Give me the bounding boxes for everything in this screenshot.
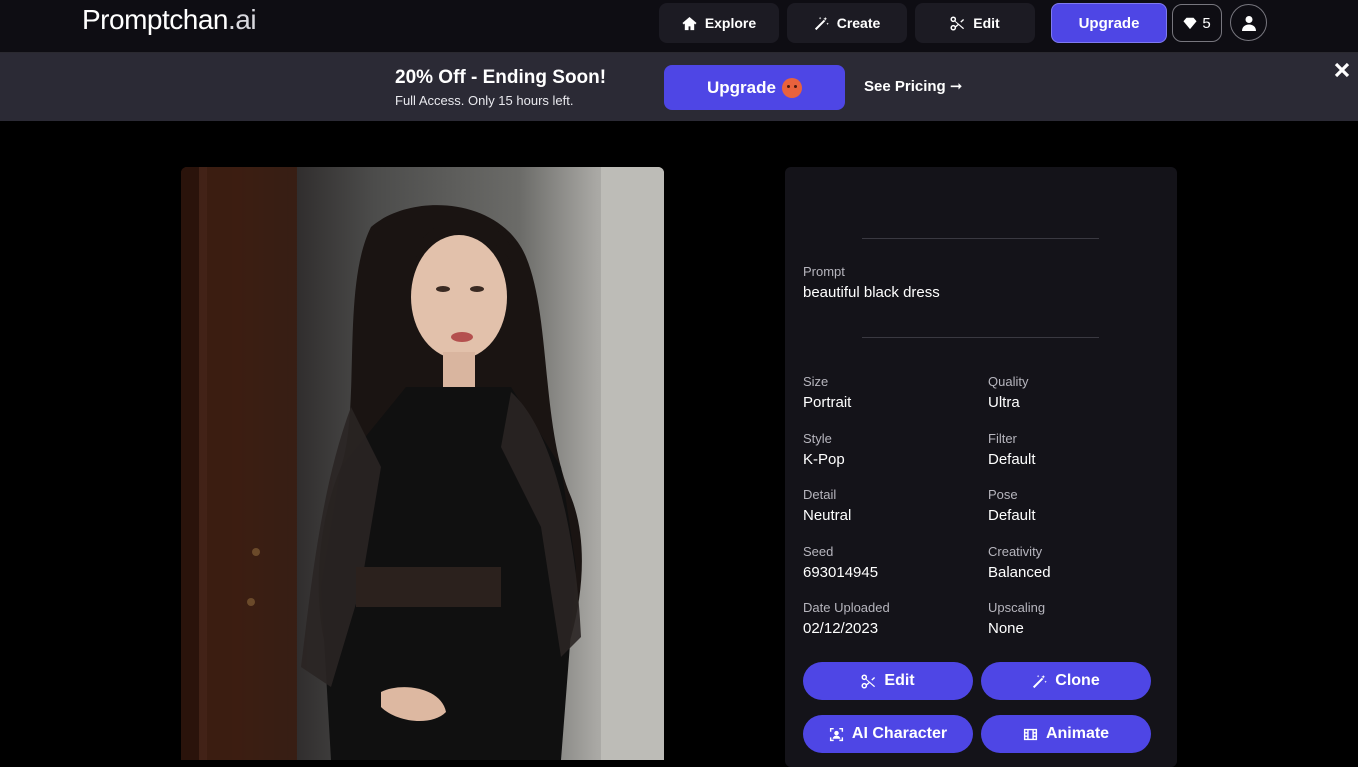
seed-value: 693014945: [803, 564, 879, 581]
ai-character-label: AI Character: [851, 725, 948, 742]
divider: [862, 238, 1099, 239]
gem-balance[interactable]: 5: [1172, 4, 1222, 42]
prompt-label: Prompt: [803, 264, 845, 279]
scissors-icon: [861, 673, 876, 689]
user-menu-button[interactable]: [1230, 4, 1267, 41]
promo-banner: 20% Off - Ending Soon! Full Access. Only…: [0, 53, 1358, 121]
edit-nav-label: Edit: [973, 15, 1000, 31]
see-pricing-link[interactable]: See Pricing ➞: [864, 77, 962, 95]
generated-image[interactable]: [181, 167, 664, 760]
face-scan-icon: [829, 727, 843, 741]
close-icon: [1334, 62, 1350, 78]
quality-value: Ultra: [988, 394, 1020, 411]
banner-upgrade-button[interactable]: Upgrade: [664, 65, 845, 110]
animate-label: Animate: [1045, 725, 1110, 742]
logo-text: Promptchan: [82, 4, 228, 35]
gem-icon: [1183, 17, 1197, 30]
clone-button[interactable]: Clone: [981, 662, 1151, 700]
detail-label: Detail: [803, 487, 837, 502]
upgrade-button[interactable]: Upgrade: [1051, 3, 1167, 43]
logo-suffix: .ai: [227, 4, 257, 35]
promo-subtitle: Full Access. Only 15 hours left.: [395, 93, 574, 108]
edit-nav-button[interactable]: Edit: [915, 3, 1035, 43]
style-value: K-Pop: [803, 451, 845, 468]
seed-label: Seed: [803, 544, 834, 559]
image-details-panel: Prompt beautiful black dress Size Portra…: [785, 167, 1177, 767]
pose-value: Default: [988, 507, 1036, 524]
date-uploaded-label: Date Uploaded: [803, 600, 890, 615]
quality-label: Quality: [988, 374, 1029, 389]
date-uploaded-value: 02/12/2023: [803, 620, 879, 637]
pose-label: Pose: [988, 487, 1018, 502]
upscaling-label: Upscaling: [988, 600, 1046, 615]
edit-button[interactable]: Edit: [803, 662, 973, 700]
user-icon: [1241, 15, 1256, 31]
edit-button-label: Edit: [884, 672, 915, 689]
clone-button-label: Clone: [1055, 672, 1100, 689]
close-banner-button[interactable]: [1333, 61, 1351, 79]
promo-title: 20% Off - Ending Soon!: [395, 67, 607, 88]
portrait-illustration: [181, 167, 664, 760]
home-icon: [682, 16, 697, 30]
detail-value: Neutral: [803, 507, 852, 524]
gem-count: 5: [1202, 14, 1211, 32]
scissors-icon: [950, 15, 965, 31]
magic-wand-icon: [1033, 674, 1048, 688]
prompt-value: beautiful black dress: [803, 284, 940, 301]
style-label: Style: [803, 431, 832, 446]
create-label: Create: [836, 15, 881, 31]
explore-label: Explore: [704, 15, 757, 31]
banner-upgrade-label: Upgrade: [707, 77, 776, 97]
divider: [862, 337, 1099, 338]
magic-wand-icon: [814, 16, 829, 30]
creativity-label: Creativity: [988, 544, 1043, 559]
animate-button[interactable]: Animate: [981, 715, 1151, 753]
filter-label: Filter: [988, 431, 1017, 446]
upscaling-value: None: [988, 620, 1024, 637]
creativity-value: Balanced: [988, 564, 1051, 581]
film-icon: [1023, 728, 1037, 740]
hot-face-emoji: [781, 77, 802, 98]
top-nav: Promptchan.ai Explore Create Edit Upgrad…: [0, 0, 1358, 53]
size-label: Size: [803, 374, 829, 389]
filter-value: Default: [988, 451, 1036, 468]
size-value: Portrait: [803, 394, 852, 411]
upgrade-label: Upgrade: [1078, 14, 1140, 32]
ai-character-button[interactable]: AI Character: [803, 715, 973, 753]
create-button[interactable]: Create: [787, 3, 907, 43]
site-logo[interactable]: Promptchan.ai: [82, 4, 257, 36]
explore-button[interactable]: Explore: [659, 3, 779, 43]
